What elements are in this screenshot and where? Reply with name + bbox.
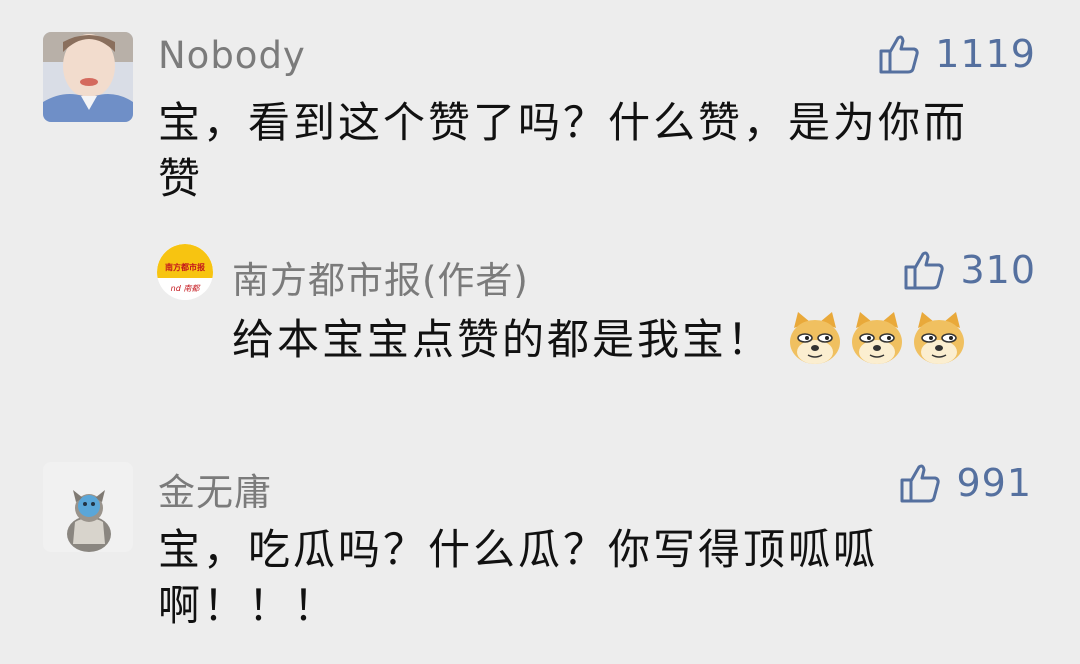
avatar[interactable] <box>43 462 133 552</box>
comment-text: 宝，看到这个赞了吗？什么赞，是为你而 赞 <box>158 95 968 207</box>
like-button[interactable]: 991 <box>898 461 1032 505</box>
doge-emoji-icon <box>914 311 965 364</box>
thumbs-up-icon <box>879 35 919 74</box>
avatar-sign: 南方都市报 <box>165 263 205 272</box>
reply-text-content: 给本宝宝点赞的都是我宝！ <box>232 315 773 364</box>
comment-author-name[interactable]: 金无庸 <box>158 462 272 516</box>
doge-emoji-icon <box>852 311 903 364</box>
comment-text-line: 宝，看到这个赞了吗？什么赞，是为你而 <box>158 98 969 147</box>
comment-author-name[interactable]: Nobody <box>158 34 306 77</box>
comment-text-line: 赞 <box>158 154 204 203</box>
comment-text-line: 宝，吃瓜吗？什么瓜？你写得顶呱呱 <box>158 525 879 574</box>
avatar[interactable] <box>43 32 133 122</box>
author-avatar[interactable]: 南方都市报 nd 南都 <box>157 244 213 300</box>
like-button[interactable]: 310 <box>902 248 1036 292</box>
author-name[interactable]: 南方都市报(作者) <box>232 250 529 304</box>
like-count: 310 <box>960 248 1036 292</box>
comment-text: 宝，吃瓜吗？什么瓜？你写得顶呱呱 啊！！！ <box>158 522 878 634</box>
thumbs-up-icon <box>904 251 945 290</box>
thumbs-up-icon <box>900 464 941 503</box>
avatar-logo: nd 南都 <box>170 284 200 293</box>
like-count: 991 <box>956 461 1032 505</box>
emoji-group <box>786 310 968 368</box>
reply-text: 给本宝宝点赞的都是我宝！ <box>232 310 968 372</box>
like-button[interactable]: 1119 <box>877 32 1036 76</box>
like-count: 1119 <box>935 32 1036 76</box>
doge-emoji-icon <box>790 311 841 364</box>
comment-text-line: 啊！！！ <box>158 581 339 630</box>
